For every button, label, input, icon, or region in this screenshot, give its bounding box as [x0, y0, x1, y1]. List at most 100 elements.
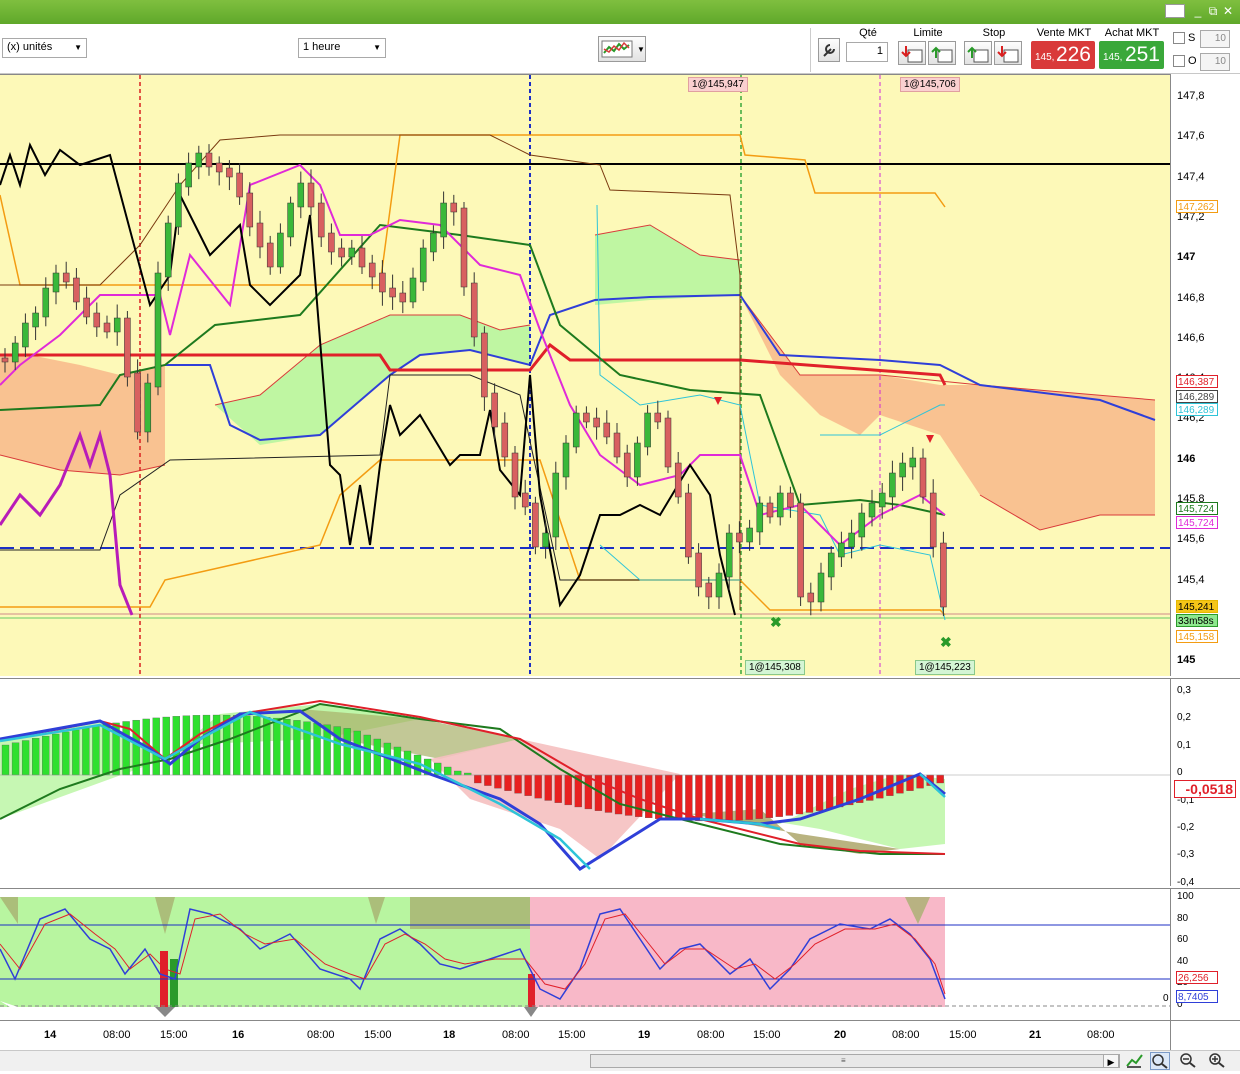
o-checkbox[interactable] [1173, 55, 1185, 67]
restore-button[interactable]: ⧉ [1205, 3, 1221, 19]
date-axis-label: 15:00 [160, 1029, 188, 1041]
timeframe-select-value: 1 heure [303, 41, 341, 53]
limit-sell-button[interactable] [928, 41, 956, 65]
o-value-input[interactable]: 10 [1200, 53, 1230, 71]
stop-sell-icon [997, 46, 1019, 63]
macd-tick-label: 0 [1177, 767, 1183, 779]
zoom-move-icon[interactable] [1150, 1052, 1170, 1070]
chart-type-icon: ▼ [601, 40, 645, 58]
price-tick-label: 146,8 [1177, 291, 1205, 304]
sell-market-button[interactable]: 145, 226 [1031, 41, 1095, 69]
macd-tick-label: 0,2 [1177, 712, 1191, 724]
stochastic-axis[interactable]: 100806040200 0 26,256 8,7405 [1163, 888, 1240, 1020]
s-checkbox[interactable] [1173, 32, 1185, 44]
stop-sell-button[interactable] [994, 41, 1022, 65]
menu-grid-icon[interactable] [1165, 4, 1185, 18]
macd-tick-label: -0,2 [1177, 822, 1195, 833]
zoom-in-icon[interactable] [1207, 1052, 1227, 1070]
price-level-tag: 146,289 [1176, 390, 1218, 403]
trade-label-top-right: 1@145,706 [900, 77, 960, 92]
price-level-tag: 145,158 [1176, 630, 1218, 643]
macd-tick-label: -0,3 [1177, 849, 1195, 861]
settings-wrench-button[interactable] [818, 38, 840, 62]
macd-axis[interactable]: 0,3 0,2 0,1 0 -0,1 -0,2 -0,3 -0,4 -0,0518 [1170, 678, 1240, 888]
sell-price-prefix: 145, [1035, 52, 1055, 63]
price-level-tag: 145,724 [1176, 502, 1218, 515]
scroll-right-icon[interactable]: ▶ [1103, 1054, 1119, 1068]
buy-mkt-header: Achat MKT [1104, 27, 1160, 39]
qty-input[interactable]: 1 [846, 42, 888, 62]
s-checkbox-label: S [1188, 32, 1196, 44]
date-axis-label: 08:00 [697, 1029, 725, 1041]
price-axis[interactable]: 147,8147,6147,4147,2147146,8146,6146,414… [1170, 74, 1240, 676]
buy-price-digits: 251 [1124, 43, 1160, 66]
macd-tick-label: 0,1 [1177, 739, 1191, 751]
date-axis-label: 21 [1029, 1029, 1042, 1041]
window-titlebar: _ ⧉ ✕ [0, 0, 1240, 24]
price-tick-label: 147,6 [1177, 130, 1205, 143]
trade-label-bottom-right: 1@145,223 [915, 660, 975, 675]
price-level-tag: 147,262 [1176, 200, 1218, 213]
scrollbar-grip[interactable]: ≡ [841, 1056, 851, 1066]
stop-buy-button[interactable] [964, 41, 992, 65]
zoom-out-icon[interactable] [1178, 1052, 1198, 1070]
chevron-down-icon: ▼ [373, 43, 381, 52]
trade-label-bottom-left: 1@145,308 [745, 660, 805, 675]
stochastic-panel[interactable] [0, 888, 1170, 1020]
stochastic-tick-label: 80 [1177, 912, 1189, 924]
price-tick-label: 147,4 [1177, 170, 1205, 183]
stop-header: Stop [982, 27, 1006, 39]
chart-type-button[interactable]: ▼ [598, 36, 646, 62]
stochastic-blue-tag: 8,7405 [1176, 990, 1218, 1003]
price-level-tag: 146,387 [1176, 375, 1218, 388]
price-tick-label: 145,6 [1177, 533, 1205, 546]
date-axis-label: 15:00 [364, 1029, 392, 1041]
buy-market-button[interactable]: 145, 251 [1099, 41, 1164, 69]
chart-toolbar: (x) unités ▼ 1 heure ▼ ▼ Qté 1 Limite St… [0, 24, 1240, 74]
price-tick-label: 147,8 [1177, 90, 1205, 102]
stochastic-tick-label: 100 [1177, 891, 1194, 902]
minimize-button[interactable]: _ [1190, 3, 1206, 19]
limit-sell-icon [931, 46, 953, 63]
timeframe-select[interactable]: 1 heure ▼ [298, 38, 386, 58]
price-chart: ✖ ✖ [0, 75, 1170, 676]
macd-chart [0, 699, 1170, 871]
chevron-down-icon: ▼ [74, 43, 82, 52]
date-axis-corner [1170, 1020, 1240, 1050]
limit-buy-icon [901, 46, 923, 63]
sell-mkt-header: Vente MKT [1036, 27, 1092, 39]
price-tick-label: 145,4 [1177, 573, 1205, 586]
limit-header: Limite [913, 27, 943, 39]
date-axis[interactable]: 14 08:00 15:00 16 08:00 15:00 18 08:00 15:00 19 08… [0, 1020, 1170, 1050]
buy-price-prefix: 145, [1103, 52, 1123, 63]
price-tick-label: 146 [1177, 452, 1196, 465]
wrench-icon [823, 44, 835, 57]
close-button[interactable]: ✕ [1220, 3, 1236, 19]
macd-tick-label: 0,3 [1177, 685, 1191, 696]
units-select[interactable]: (x) unités ▼ [2, 38, 87, 58]
price-chart-panel[interactable]: ✖ ✖ 1@145,947 1@145,706 1@145,308 1@145,… [0, 74, 1170, 676]
horizontal-scrollbar[interactable]: ≡ [590, 1054, 1120, 1068]
bottom-bar: ≡ ▶ [0, 1050, 1240, 1071]
chart-tools-icon[interactable] [1125, 1052, 1145, 1070]
macd-current-value: -0,0518 [1174, 780, 1236, 798]
svg-text:✖: ✖ [940, 634, 952, 650]
date-axis-label: 15:00 [558, 1029, 586, 1041]
limit-buy-button[interactable] [898, 41, 926, 65]
date-axis-label: 20 [834, 1029, 847, 1041]
date-axis-label: 18 [443, 1029, 456, 1041]
date-axis-label: 15:00 [753, 1029, 781, 1041]
date-axis-label: 08:00 [103, 1029, 131, 1041]
date-axis-label: 19 [638, 1029, 651, 1041]
macd-tick-label: -0,4 [1177, 876, 1195, 888]
date-axis-label: 08:00 [1087, 1029, 1115, 1041]
sell-price-digits: 226 [1055, 43, 1091, 66]
svg-text:▼: ▼ [637, 45, 645, 54]
date-axis-label: 08:00 [307, 1029, 335, 1041]
macd-panel[interactable] [0, 678, 1170, 886]
svg-text:✖: ✖ [770, 614, 782, 630]
stochastic-tick-label: 40 [1177, 955, 1189, 967]
date-axis-label: 15:00 [949, 1029, 977, 1041]
s-value-input[interactable]: 10 [1200, 30, 1230, 48]
stochastic-red-tag: 26,256 [1176, 971, 1218, 984]
